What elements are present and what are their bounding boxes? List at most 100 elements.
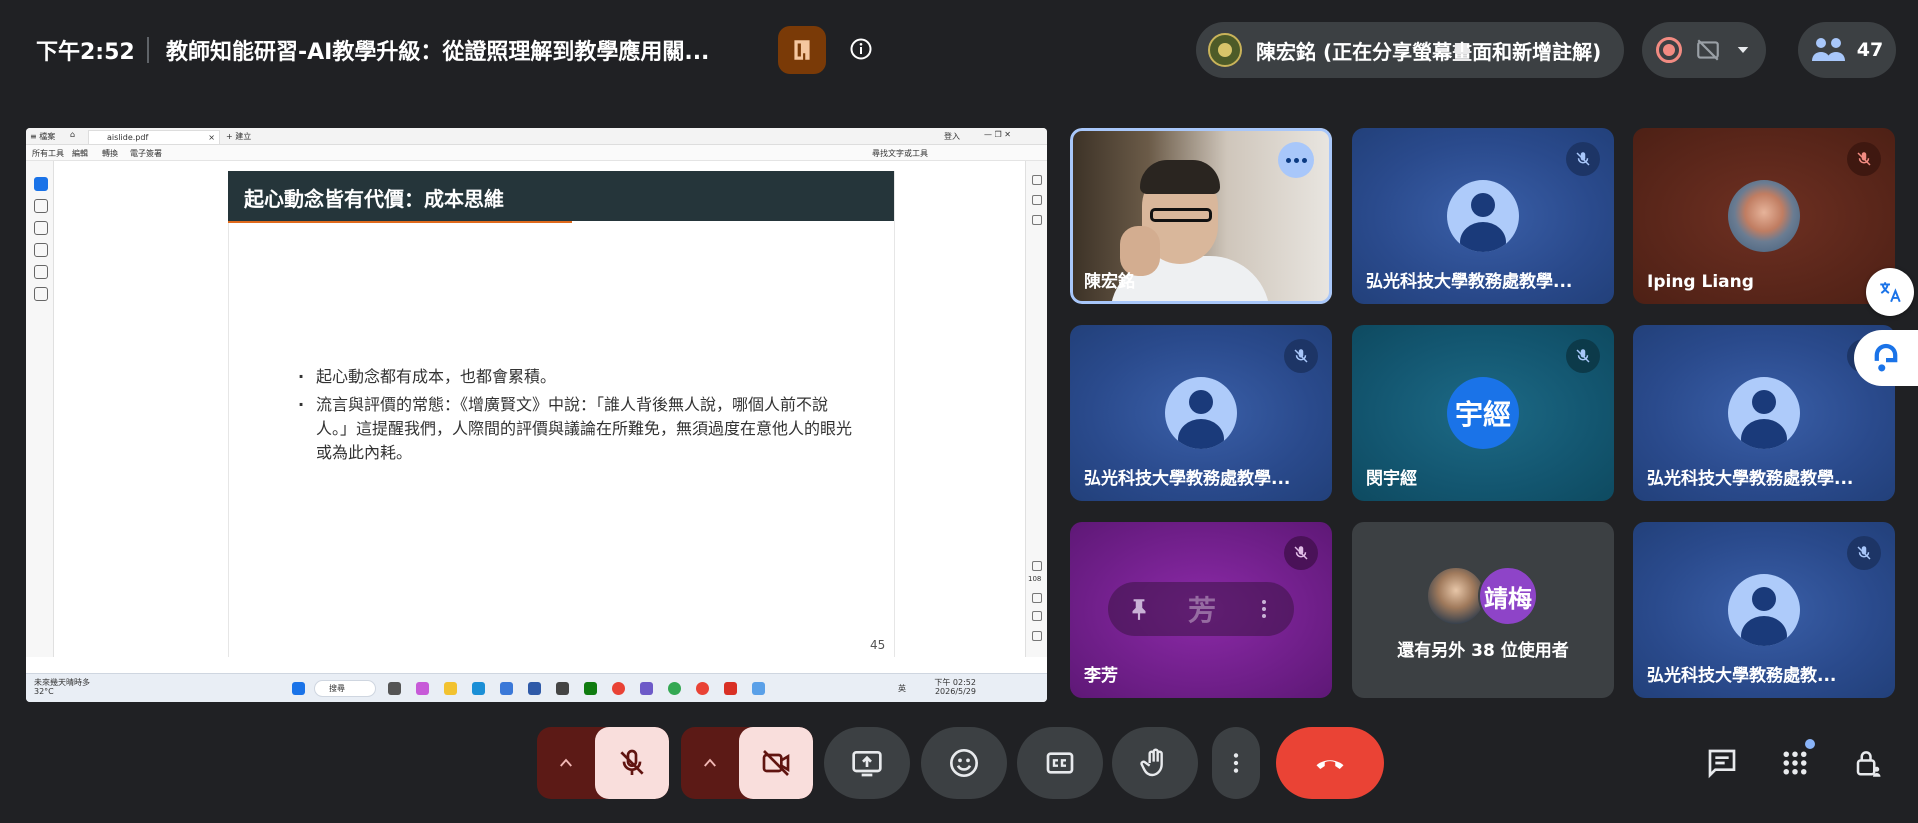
present-button[interactable] bbox=[824, 727, 910, 799]
windows-start-icon[interactable] bbox=[292, 682, 305, 695]
participant-name: 弘光科技大學教務處教學... bbox=[1084, 469, 1291, 489]
lasso-tool-icon[interactable] bbox=[34, 243, 48, 257]
others-count-text: 還有另外 38 位使用者 bbox=[1397, 641, 1569, 661]
mic-control bbox=[537, 727, 669, 799]
participant-video bbox=[1140, 160, 1220, 194]
chevron-down-icon[interactable] bbox=[1734, 41, 1752, 59]
chrome-icon[interactable] bbox=[668, 682, 681, 695]
new-tab-button[interactable]: + 建立 bbox=[226, 131, 251, 142]
pdf-tab-title: aislide.pdf bbox=[107, 133, 149, 142]
xbox-icon[interactable] bbox=[584, 682, 597, 695]
mic-options-button[interactable] bbox=[537, 727, 595, 799]
recording-pill[interactable] bbox=[1642, 22, 1766, 78]
app-icon[interactable] bbox=[556, 682, 569, 695]
text-tool-icon[interactable] bbox=[34, 265, 48, 279]
mic-off-icon bbox=[1284, 536, 1318, 570]
store-icon[interactable] bbox=[500, 682, 513, 695]
participant-tile[interactable]: 弘光科技大學教務處教學... bbox=[1352, 128, 1614, 304]
tile-more-options-button[interactable] bbox=[1278, 142, 1314, 178]
pages-icon[interactable] bbox=[1032, 215, 1042, 225]
mic-off-icon bbox=[620, 749, 644, 775]
participant-tile[interactable]: 宇經 閔宇經 bbox=[1352, 325, 1614, 501]
no-hd-icon bbox=[1697, 39, 1719, 61]
captions-button[interactable] bbox=[1017, 727, 1103, 799]
more-options-button[interactable] bbox=[1212, 727, 1260, 799]
more-vert-icon[interactable] bbox=[1252, 597, 1276, 621]
pdf-menu-bar: 所有工具 編輯 轉換 電子簽署 尋找文字或工具 bbox=[26, 145, 1047, 161]
others-avatars: 靖梅 bbox=[1426, 566, 1546, 626]
mic-off-icon bbox=[1566, 339, 1600, 373]
taskbar-date: 2026/5/29 bbox=[934, 687, 976, 696]
lock-person-icon bbox=[1856, 751, 1881, 777]
edge-icon[interactable] bbox=[472, 682, 485, 695]
sign-in-link[interactable]: 登入 bbox=[944, 131, 960, 142]
stamp-tool-icon[interactable] bbox=[34, 287, 48, 301]
menu-item-convert[interactable]: 轉換 bbox=[102, 148, 118, 159]
window-controls[interactable]: — ❐ ✕ bbox=[984, 130, 1011, 139]
taskbar-search[interactable]: 搜尋 bbox=[314, 680, 376, 697]
people-button[interactable]: 47 bbox=[1798, 22, 1896, 78]
reactions-button[interactable] bbox=[921, 727, 1007, 799]
find-tool[interactable]: 尋找文字或工具 bbox=[872, 148, 928, 159]
leave-call-button[interactable] bbox=[1276, 727, 1384, 799]
chrome-icon[interactable] bbox=[612, 682, 625, 695]
page-up-icon[interactable] bbox=[1032, 561, 1042, 571]
presenter-indicator[interactable]: 陳宏銘 (正在分享螢幕畫面和新增註解) bbox=[1196, 22, 1624, 78]
chevron-down-icon[interactable] bbox=[1032, 611, 1042, 621]
comment-icon[interactable] bbox=[1032, 175, 1042, 185]
host-tools-button[interactable] bbox=[778, 26, 826, 74]
participant-tile[interactable]: Iping Liang bbox=[1633, 128, 1895, 304]
chrome-icon[interactable] bbox=[696, 682, 709, 695]
chat-button[interactable] bbox=[1702, 743, 1742, 783]
menu-item-all-tools[interactable]: 所有工具 bbox=[32, 148, 64, 159]
zoom-in-icon[interactable] bbox=[1032, 631, 1042, 641]
pdf-tab[interactable]: aislide.pdf × bbox=[88, 130, 220, 144]
copilot-icon[interactable] bbox=[416, 682, 429, 695]
chevron-up-icon[interactable] bbox=[1032, 593, 1042, 603]
mic-toggle-button[interactable] bbox=[595, 727, 669, 799]
menu-item-edit[interactable]: 編輯 bbox=[72, 148, 88, 159]
info-icon bbox=[850, 38, 872, 60]
participant-tile[interactable]: 弘光科技大學教務處教學... bbox=[1070, 325, 1332, 501]
translate-button[interactable] bbox=[1866, 268, 1914, 316]
notepad-icon[interactable] bbox=[752, 682, 765, 695]
pen-tool-icon[interactable] bbox=[34, 221, 48, 235]
raise-hand-icon bbox=[1140, 748, 1163, 777]
menu-icon[interactable]: ≡ 檔案 bbox=[30, 131, 55, 142]
taskbar-weather[interactable]: 未來幾天晴時多 32°C bbox=[34, 678, 90, 696]
slide-page-number: 45 bbox=[870, 638, 886, 652]
weather-temp: 32°C bbox=[34, 687, 54, 696]
people-icon bbox=[1811, 38, 1845, 61]
host-controls-button[interactable] bbox=[1848, 743, 1888, 783]
close-icon[interactable]: × bbox=[208, 131, 215, 144]
raise-hand-button[interactable] bbox=[1112, 727, 1198, 799]
pdf-page-area: 起心動念皆有代價：成本思維 起心動念都有成本，也都會累積。 流言與評價的常態：《… bbox=[54, 161, 1024, 657]
app-icon[interactable] bbox=[528, 682, 541, 695]
share-icon[interactable] bbox=[1032, 195, 1042, 205]
taskbar-clock[interactable]: 下午 02:52 2026/5/29 bbox=[896, 678, 976, 696]
participant-tile[interactable]: 陳宏銘 bbox=[1070, 128, 1332, 304]
apps-icon bbox=[1783, 751, 1807, 775]
participant-tile[interactable]: 芳 李芳 bbox=[1070, 522, 1332, 698]
app-icon[interactable] bbox=[640, 682, 653, 695]
participant-tile[interactable]: 弘光科技大學教務處教... bbox=[1633, 522, 1895, 698]
others-tile[interactable]: 靖梅 還有另外 38 位使用者 bbox=[1352, 522, 1614, 698]
avatar bbox=[1728, 180, 1800, 252]
camera-options-button[interactable] bbox=[681, 727, 739, 799]
task-view-icon[interactable] bbox=[388, 682, 401, 695]
mic-off-icon bbox=[1566, 142, 1600, 176]
meeting-info-button[interactable] bbox=[846, 34, 876, 64]
avatar bbox=[1165, 377, 1237, 449]
select-tool-icon[interactable] bbox=[34, 177, 48, 191]
more-vert-icon bbox=[1233, 753, 1239, 773]
pin-icon[interactable] bbox=[1126, 596, 1152, 622]
folder-icon[interactable] bbox=[444, 682, 457, 695]
activities-button[interactable] bbox=[1775, 739, 1815, 783]
camera-toggle-button[interactable] bbox=[739, 727, 813, 799]
home-icon[interactable]: ⌂ bbox=[70, 130, 75, 139]
zoom-tool-icon[interactable] bbox=[34, 199, 48, 213]
acrobat-icon[interactable] bbox=[724, 682, 737, 695]
menu-item-esign[interactable]: 電子簽署 bbox=[130, 148, 162, 159]
assistant-button[interactable] bbox=[1854, 330, 1918, 386]
presenter-text: 陳宏銘 (正在分享螢幕畫面和新增註解) bbox=[1256, 39, 1602, 64]
